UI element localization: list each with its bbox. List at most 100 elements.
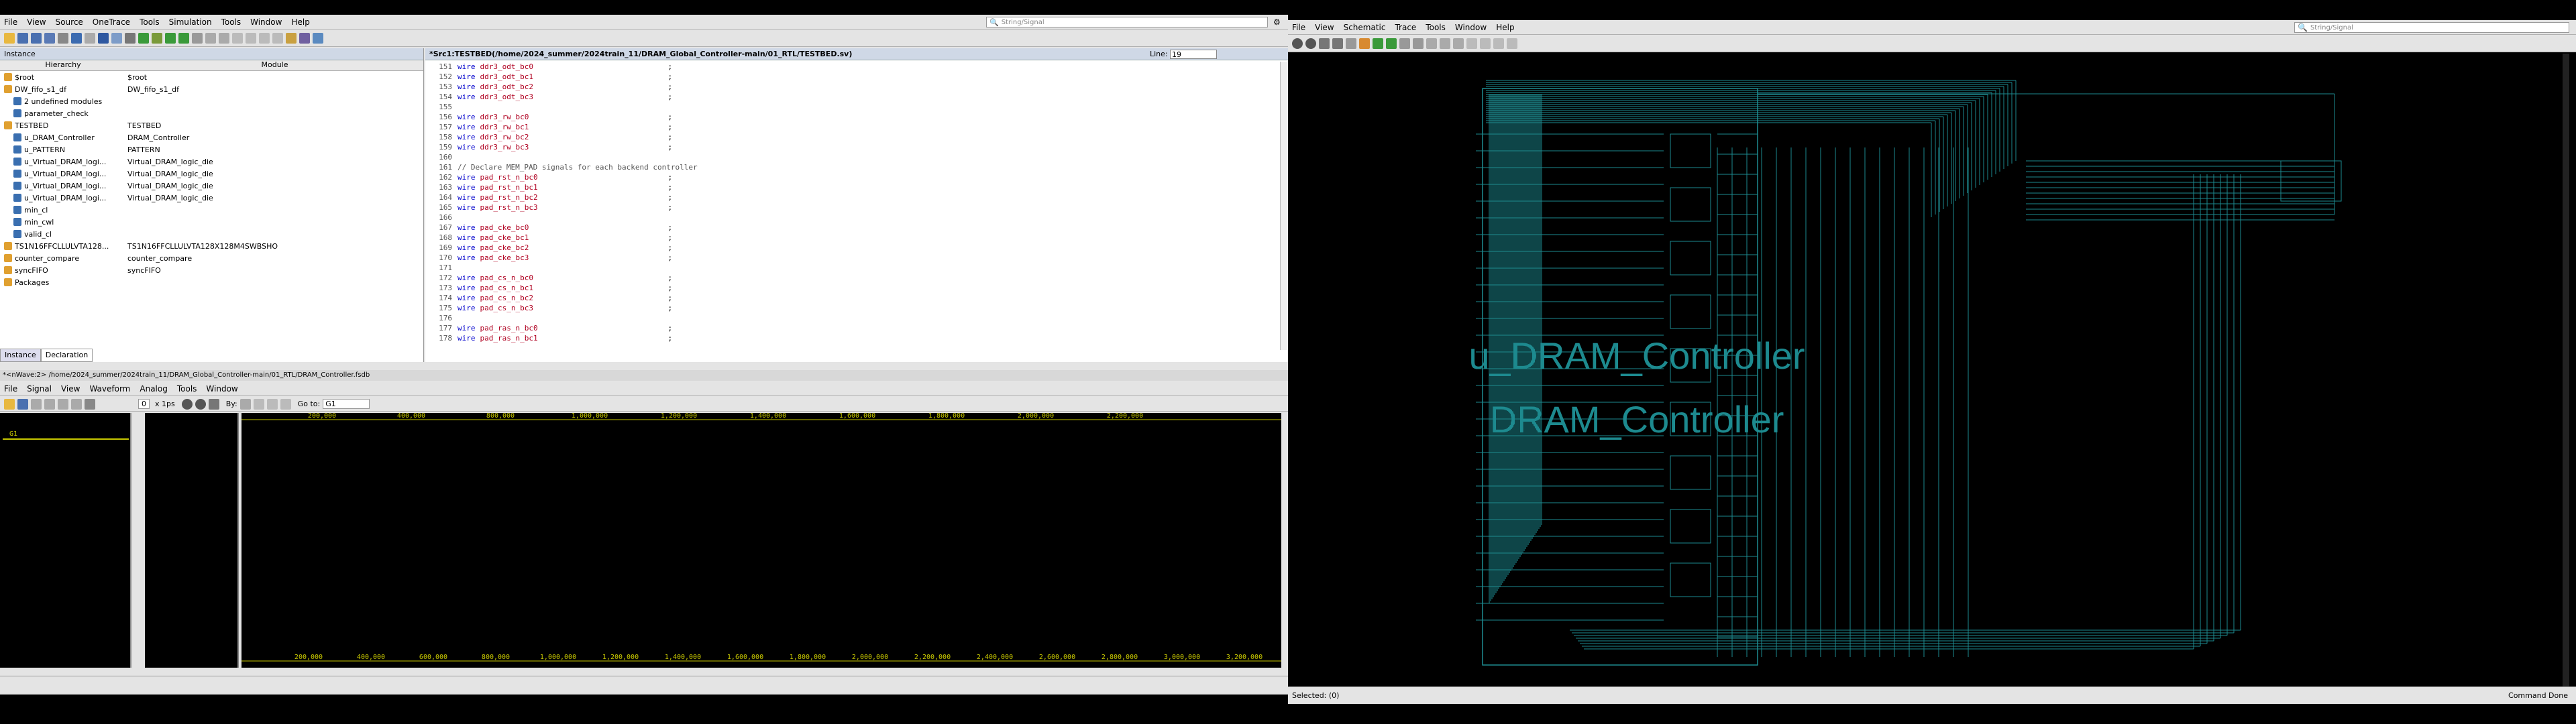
- copy-icon[interactable]: [85, 32, 95, 44]
- sch-color-icon[interactable]: [1359, 38, 1370, 49]
- code-editor[interactable]: 151 wire ddr3_odt_bc0; 152 wire ddr3_odt_bc1;…: [425, 62, 1277, 350]
- code-line[interactable]: 165 wire pad_rst_n_bc3;: [425, 202, 1277, 213]
- trace-icon[interactable]: [192, 32, 203, 44]
- sch-run-icon[interactable]: [1507, 38, 1517, 49]
- wave-menu-signal[interactable]: Signal: [27, 384, 52, 394]
- code-line[interactable]: 156 wire ddr3_rw_bc0;: [425, 112, 1277, 122]
- code-line[interactable]: 157 wire ddr3_rw_bc1;: [425, 122, 1277, 132]
- zoom-fit-icon[interactable]: [208, 398, 219, 410]
- run-icon[interactable]: [272, 32, 283, 44]
- menu-onetrace[interactable]: OneTrace: [93, 17, 130, 27]
- code-line[interactable]: 162 wire pad_rst_n_bc0;: [425, 172, 1277, 182]
- menu-tools-2[interactable]: Tools: [221, 17, 241, 27]
- tree-row[interactable]: u_DRAM_Controller DRAM_Controller: [0, 131, 423, 143]
- l-icon[interactable]: [138, 32, 149, 44]
- line-input[interactable]: 19: [1170, 49, 1217, 59]
- tree-row[interactable]: parameter_check: [0, 107, 423, 119]
- sch-l-icon[interactable]: [1373, 38, 1383, 49]
- code-line[interactable]: 151 wire ddr3_odt_bc0;: [425, 62, 1277, 72]
- tree-row[interactable]: counter_compare counter_compare: [0, 252, 423, 264]
- forward-arrow-icon[interactable]: [178, 32, 189, 44]
- hier-icon[interactable]: [286, 32, 297, 44]
- wave-print-icon[interactable]: [85, 398, 95, 410]
- sch-down-icon[interactable]: [1480, 38, 1491, 49]
- wave-menu-view[interactable]: View: [61, 384, 80, 394]
- back-arrow-icon[interactable]: [165, 32, 176, 44]
- sch-menu-view[interactable]: View: [1315, 23, 1334, 32]
- schematic-canvas[interactable]: u_DRAM_Controller DRAM_Controller: [1288, 54, 2569, 686]
- signal-value-pane[interactable]: [145, 413, 239, 668]
- code-line[interactable]: 164 wire pad_rst_n_bc2;: [425, 192, 1277, 202]
- sch-zoom-out-icon[interactable]: [1305, 38, 1316, 49]
- code-line[interactable]: 153 wire ddr3_odt_bc2;: [425, 82, 1277, 92]
- code-line[interactable]: 172 wire pad_cs_n_bc0;: [425, 273, 1277, 283]
- sch-fit-icon[interactable]: [1319, 38, 1330, 49]
- tree-row[interactable]: Packages: [0, 276, 423, 288]
- tree-row[interactable]: u_Virtual_DRAM_logi... Virtual_DRAM_logic…: [0, 168, 423, 180]
- sch-flag-icon[interactable]: [1386, 38, 1397, 49]
- edit-icon[interactable]: [98, 32, 109, 44]
- tree-row[interactable]: syncFIFO syncFIFO: [0, 264, 423, 276]
- code-line[interactable]: 166: [425, 213, 1277, 223]
- new-window-icon[interactable]: [44, 32, 55, 44]
- wave-paste-icon[interactable]: [71, 398, 82, 410]
- sch-menu-file[interactable]: File: [1292, 23, 1305, 32]
- column-hierarchy[interactable]: Hierarchy: [0, 60, 126, 70]
- code-line[interactable]: 163 wire pad_rst_n_bc1;: [425, 182, 1277, 192]
- wave-reload-icon[interactable]: [17, 398, 28, 410]
- down-icon[interactable]: [246, 32, 256, 44]
- sch-menu-schematic[interactable]: Schematic: [1344, 23, 1386, 32]
- step-icon[interactable]: [259, 32, 270, 44]
- tree-row[interactable]: TESTBED TESTBED: [0, 119, 423, 131]
- code-line[interactable]: 171: [425, 263, 1277, 273]
- schematic-search-box[interactable]: 🔍 String/Signal: [2294, 22, 2569, 33]
- sch-forward-icon[interactable]: [1413, 38, 1424, 49]
- tree-row[interactable]: $root $root: [0, 71, 423, 83]
- reload-icon[interactable]: [31, 32, 42, 44]
- schematic-icon[interactable]: [299, 32, 310, 44]
- sch-search-icon[interactable]: [1332, 38, 1343, 49]
- code-line[interactable]: 155: [425, 102, 1277, 112]
- code-line[interactable]: 176: [425, 313, 1277, 323]
- waveform-pane[interactable]: 200,000 400,000 800,000 1,000,000 1,200,000 1…: [241, 412, 1281, 668]
- code-line[interactable]: 154 wire ddr3_odt_bc3;: [425, 92, 1277, 102]
- sch-trace-icon[interactable]: [1426, 38, 1437, 49]
- wave-menu-file[interactable]: File: [4, 384, 17, 394]
- tree-row[interactable]: 2 undefined modules: [0, 95, 423, 107]
- search-box[interactable]: 🔍 String/Signal: [986, 17, 1268, 27]
- menu-simulation[interactable]: Simulation: [169, 17, 212, 27]
- tree-row[interactable]: valid_cl: [0, 228, 423, 240]
- network-icon[interactable]: [313, 32, 323, 44]
- search-go-icon[interactable]: ⚙: [1273, 17, 1281, 27]
- code-line[interactable]: 178 wire pad_ras_n_bc1;: [425, 333, 1277, 343]
- tree-row[interactable]: u_Virtual_DRAM_logi... Virtual_DRAM_logic…: [0, 180, 423, 192]
- prev-icon[interactable]: [253, 398, 264, 410]
- goto-select[interactable]: G1: [323, 399, 370, 409]
- find-icon[interactable]: [125, 32, 136, 44]
- print-icon[interactable]: [58, 32, 68, 44]
- code-line[interactable]: 167 wire pad_cke_bc0;: [425, 223, 1277, 233]
- menu-source[interactable]: Source: [56, 17, 83, 27]
- next-icon[interactable]: [266, 398, 278, 410]
- code-line[interactable]: 174 wire pad_cs_n_bc2;: [425, 293, 1277, 303]
- schematic-vscroll[interactable]: [2563, 54, 2569, 686]
- signal-group-g1[interactable]: G1: [9, 430, 17, 438]
- sch-menu-trace[interactable]: Trace: [1395, 23, 1416, 32]
- sch-load-icon[interactable]: [1453, 38, 1464, 49]
- wave-menu-window[interactable]: Window: [206, 384, 237, 394]
- wave-stepper[interactable]: 0: [138, 399, 150, 409]
- sch-driver-icon[interactable]: [1440, 38, 1450, 49]
- wave-menu-analog[interactable]: Analog: [140, 384, 167, 394]
- code-line[interactable]: 161 // Declare MEM_PAD signals for each b…: [425, 162, 1277, 172]
- code-line[interactable]: 158 wire ddr3_rw_bc2;: [425, 132, 1277, 142]
- code-line[interactable]: 173 wire pad_cs_n_bc1;: [425, 283, 1277, 293]
- wave-undo-icon[interactable]: [31, 398, 42, 410]
- signal-name-pane[interactable]: G1: [0, 413, 131, 668]
- list-icon[interactable]: [111, 32, 122, 44]
- driver-icon[interactable]: [205, 32, 216, 44]
- code-line[interactable]: 159 wire ddr3_rw_bc3;: [425, 142, 1277, 152]
- code-line[interactable]: 152 wire ddr3_odt_bc1;: [425, 72, 1277, 82]
- code-line[interactable]: 169 wire pad_cke_bc2;: [425, 243, 1277, 253]
- menu-window[interactable]: Window: [250, 17, 282, 27]
- zoom-out-icon[interactable]: [195, 398, 206, 410]
